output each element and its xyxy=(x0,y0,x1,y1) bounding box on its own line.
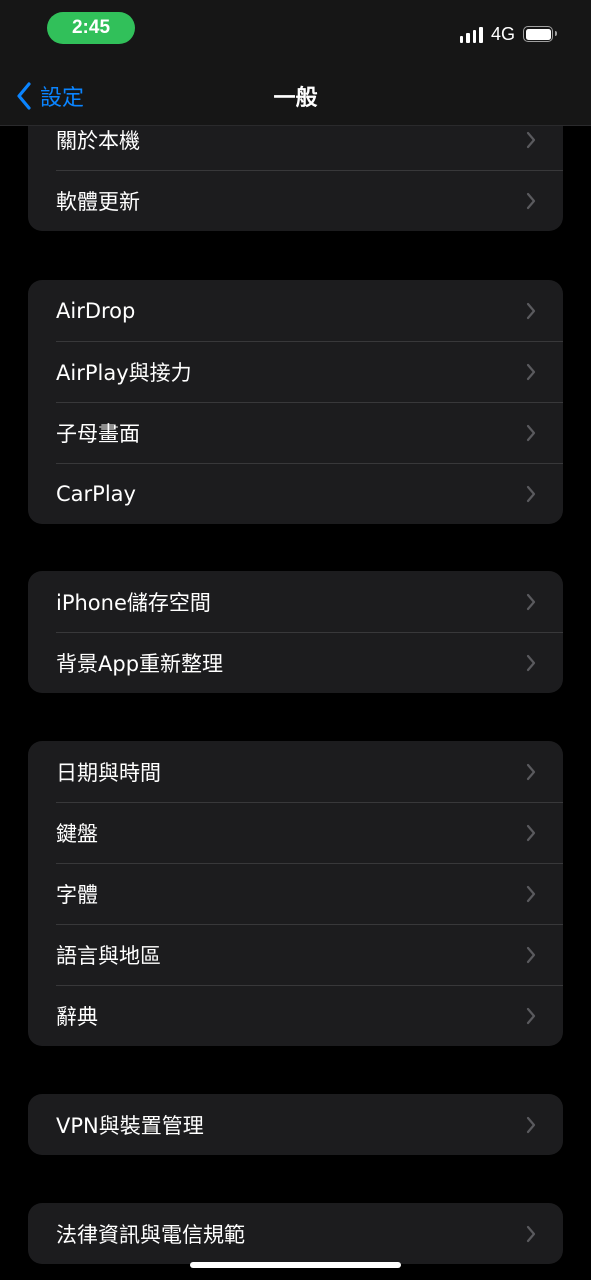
row-label: 日期與時間 xyxy=(56,760,161,785)
chevron-right-icon xyxy=(526,1007,536,1024)
chevron-right-icon xyxy=(526,593,536,610)
row-label: 子母畫面 xyxy=(56,421,140,446)
status-icons: 4G xyxy=(459,22,557,46)
chevron-right-icon xyxy=(526,885,536,902)
battery-icon xyxy=(523,26,557,42)
row-label: 辭典 xyxy=(56,1004,98,1029)
group-storage: iPhone儲存空間 背景App重新整理 xyxy=(28,571,563,693)
row-label: iPhone儲存空間 xyxy=(56,590,211,615)
settings-row-legal-regulatory[interactable]: 法律資訊與電信規範 xyxy=(28,1203,563,1264)
status-time: 2:45 xyxy=(47,12,135,44)
settings-row-date-time[interactable]: 日期與時間 xyxy=(28,741,563,802)
settings-row-dictionary[interactable]: 辭典 xyxy=(28,985,563,1046)
settings-row-picture-in-picture[interactable]: 子母畫面 xyxy=(28,402,563,463)
chevron-right-icon xyxy=(526,131,536,148)
row-label: 關於本機 xyxy=(56,128,140,153)
header: 2:45 4G 設定 一般 xyxy=(0,0,591,126)
home-indicator[interactable] xyxy=(190,1262,401,1268)
group-airdrop: AirDrop AirPlay與接力 子母畫面 CarPlay xyxy=(28,280,563,524)
chevron-right-icon xyxy=(526,363,536,380)
page-title: 一般 xyxy=(273,86,318,111)
settings-row-keyboard[interactable]: 鍵盤 xyxy=(28,802,563,863)
settings-row-airplay-handoff[interactable]: AirPlay與接力 xyxy=(28,341,563,402)
chevron-right-icon xyxy=(526,424,536,441)
chevron-right-icon xyxy=(526,654,536,671)
row-label: 鍵盤 xyxy=(56,821,98,846)
chevron-right-icon xyxy=(526,1225,536,1242)
settings-row-background-app-refresh[interactable]: 背景App重新整理 xyxy=(28,632,563,693)
row-label: 語言與地區 xyxy=(56,943,161,968)
row-label: CarPlay xyxy=(56,481,136,506)
settings-row-airdrop[interactable]: AirDrop xyxy=(28,280,563,341)
row-label: 背景App重新整理 xyxy=(56,651,224,676)
row-label: 字體 xyxy=(56,882,98,907)
row-label: AirDrop xyxy=(56,298,136,323)
chevron-right-icon xyxy=(526,824,536,841)
row-label: VPN與裝置管理 xyxy=(56,1113,204,1138)
chevron-right-icon xyxy=(526,485,536,502)
chevron-right-icon xyxy=(526,1116,536,1133)
chevron-right-icon xyxy=(526,946,536,963)
settings-row-vpn-device-management[interactable]: VPN與裝置管理 xyxy=(28,1094,563,1155)
signal-icon xyxy=(459,25,483,43)
chevron-right-icon xyxy=(526,192,536,209)
group-vpn: VPN與裝置管理 xyxy=(28,1094,563,1155)
chevron-right-icon xyxy=(526,763,536,780)
settings-row-carplay[interactable]: CarPlay xyxy=(28,463,563,524)
group-legal: 法律資訊與電信規範 xyxy=(28,1203,563,1264)
group-date-keyboard: 日期與時間 鍵盤 字體 語言與地區 辭典 xyxy=(28,741,563,1046)
settings-row-iphone-storage[interactable]: iPhone儲存空間 xyxy=(28,571,563,632)
network-label: 4G xyxy=(490,23,515,44)
chevron-right-icon xyxy=(526,302,536,319)
group-about: 關於本機 軟體更新 xyxy=(28,109,563,231)
row-label: 法律資訊與電信規範 xyxy=(56,1222,245,1247)
settings-general-screen: 2:45 4G 設定 一般 關於本機 軟體更新 AirDrop AirPlay與… xyxy=(0,0,591,1280)
row-label: AirPlay與接力 xyxy=(56,360,192,385)
row-label: 軟體更新 xyxy=(56,189,140,214)
settings-row-fonts[interactable]: 字體 xyxy=(28,863,563,924)
settings-row-software-update[interactable]: 軟體更新 xyxy=(28,170,563,231)
settings-row-language-region[interactable]: 語言與地區 xyxy=(28,924,563,985)
